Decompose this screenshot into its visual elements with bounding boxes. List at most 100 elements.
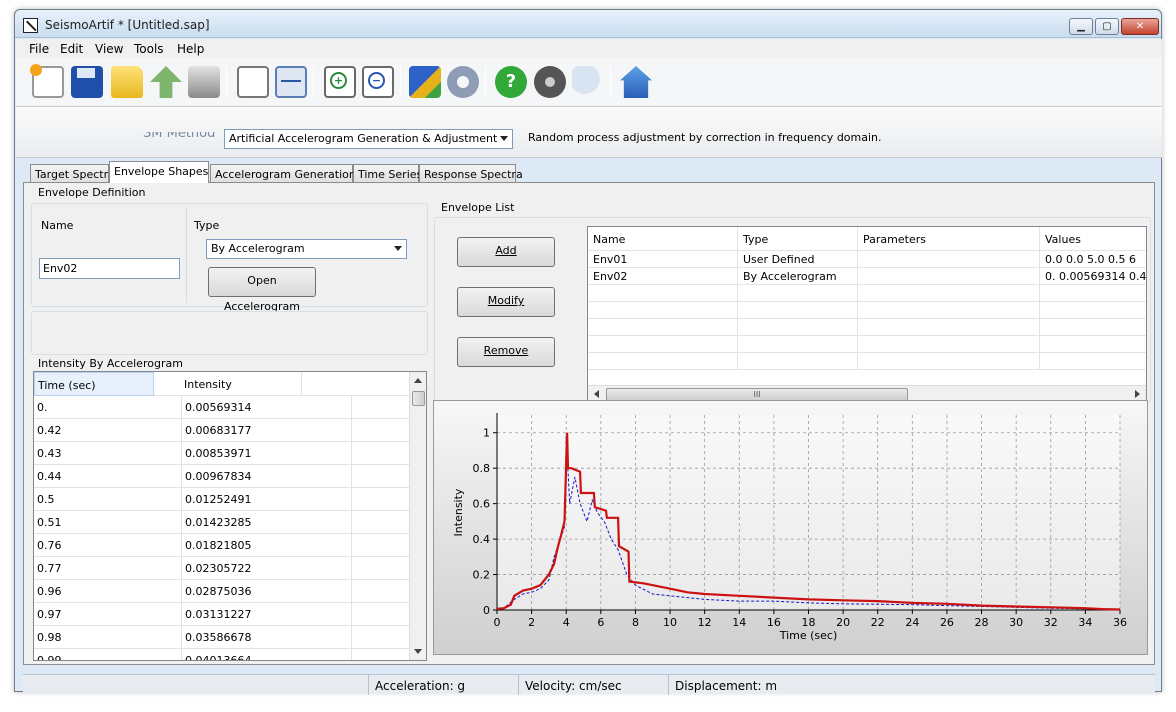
settings-gear-icon[interactable] [447,66,479,98]
column-header-values[interactable]: Values [1040,227,1146,251]
export-icon[interactable] [150,66,182,98]
status-acceleration: Acceleration: g [368,675,518,695]
table-cell-intensity[interactable]: 0.00853971 [182,442,352,465]
vertical-scrollbar[interactable] [409,372,426,660]
tab-response-spectra[interactable]: Response Spectra [419,164,523,183]
add-button[interactable]: Add [457,237,555,267]
table-cell-intensity[interactable]: 0.01423285 [182,511,352,534]
print-icon[interactable] [188,66,220,98]
envelope-cell[interactable]: 0. 0.00569314 0.4 [1040,268,1146,285]
table-cell-empty [352,396,410,419]
column-header-name[interactable]: Name [588,227,738,251]
empty-cell [1040,302,1146,319]
envelope-cell[interactable] [858,251,1040,268]
remove-button[interactable]: Remove [457,337,555,367]
home-icon[interactable] [620,66,652,98]
table-cell-time[interactable]: 0.5 [34,488,182,511]
speech-bubbles-icon[interactable] [572,66,604,98]
scrollbar-thumb[interactable] [412,391,425,406]
y-tick-label: 0.6 [473,498,491,511]
minimize-button[interactable]: ▁ [1069,18,1093,35]
tab-target-spectra[interactable]: Target Spectra [30,164,115,183]
table-cell-time[interactable]: 0.76 [34,534,182,557]
type-select[interactable]: By Accelerogram [206,239,407,259]
empty-cell [738,285,858,302]
empty-cell [588,302,738,319]
scroll-down-icon[interactable] [414,649,422,654]
menu-tools[interactable]: Tools [134,42,164,56]
new-file-icon[interactable] [30,64,64,98]
tab-envelope-shapes[interactable]: Envelope Shapes [109,161,209,183]
table-cell-intensity[interactable]: 0.03131227 [182,603,352,626]
table-cell-time[interactable]: 0. [34,396,182,419]
envelope-cell[interactable]: By Accelerogram [738,268,858,285]
envelope-cell[interactable]: User Defined [738,251,858,268]
scroll-left-icon[interactable] [594,390,599,398]
table-cell-intensity[interactable]: 0.02875036 [182,580,352,603]
scroll-right-icon[interactable] [1135,390,1140,398]
table-cell-time[interactable]: 0.97 [34,603,182,626]
method-select[interactable]: Artificial Accelerogram Generation & Adj… [224,129,513,149]
envelope-cell[interactable]: Env02 [588,268,738,285]
envelope-cell[interactable] [858,268,1040,285]
table-cell-intensity[interactable]: 0.01252491 [182,488,352,511]
tab-time-series[interactable]: Time Series [353,164,422,183]
main-window: SeismoArtif * [Untitled.sap] ▁ ▢ ✕ File … [14,9,1162,695]
table-cell-intensity[interactable]: 0.02305722 [182,557,352,580]
open-folder-icon[interactable] [111,66,143,98]
table-cell-time[interactable]: 0.51 [34,511,182,534]
column-header-type[interactable]: Type [738,227,858,251]
y-tick-label: 0.2 [473,569,491,582]
empty-cell [738,336,858,353]
menu-edit[interactable]: Edit [60,42,83,56]
table-cell-intensity[interactable]: 0.00569314 [182,396,352,419]
close-button[interactable]: ✕ [1121,18,1159,35]
table-cell-intensity[interactable]: 0.00967834 [182,465,352,488]
menu-view[interactable]: View [95,42,123,56]
table-cell-intensity[interactable]: 0.03586678 [182,626,352,649]
film-reel-icon[interactable] [534,66,566,98]
open-accelerogram-button[interactable]: Open Accelerogram [208,267,316,313]
table-cell-time[interactable]: 0.43 [34,442,182,465]
help-icon[interactable]: ? [495,66,527,98]
table-cell-intensity[interactable]: 0.00683177 [182,419,352,442]
waveform-icon[interactable] [275,66,307,98]
maximize-button[interactable]: ▢ [1095,18,1119,35]
column-header-parameters[interactable]: Parameters [858,227,1040,251]
table-cell-intensity[interactable]: 0.01821805 [182,534,352,557]
title-bar[interactable]: SeismoArtif * [Untitled.sap] ▁ ▢ ✕ [15,10,1161,38]
x-tick-label: 10 [663,616,677,629]
copy-report-icon[interactable] [237,66,269,98]
x-tick-label: 30 [1009,616,1023,629]
column-header-time[interactable]: Time (sec) [34,372,154,396]
table-cell-time[interactable]: 0.96 [34,580,182,603]
empty-cell [1040,353,1146,370]
intensity-chart: 0 2 4 6 8 10 12 14 16 18 20 22 24 26 28 30 32 34 36 0 0.2 0.4… [433,400,1148,655]
table-cell-time[interactable]: 0.44 [34,465,182,488]
zoom-in-icon[interactable]: + [324,66,356,98]
table-cell-time[interactable]: 0.99 [34,649,182,660]
y-tick-label: 0.8 [473,462,491,475]
table-cell-empty [352,419,410,442]
menu-help[interactable]: Help [177,42,204,56]
empty-cell [858,302,1040,319]
empty-cell [1040,319,1146,336]
name-field[interactable]: Env02 [39,258,180,279]
scroll-up-icon[interactable] [414,378,422,383]
empty-cell [588,353,738,370]
envelope-cell[interactable]: Env01 [588,251,738,268]
column-header-intensity[interactable]: Intensity [182,372,302,396]
envelope-cell[interactable]: 0.0 0.0 5.0 0.5 6 [1040,251,1146,268]
table-cell-time[interactable]: 0.98 [34,626,182,649]
table-cell-intensity[interactable]: 0.04013664 [182,649,352,660]
modules-icon[interactable] [409,66,441,98]
zoom-out-icon[interactable]: − [362,66,394,98]
name-label: Name [41,219,74,232]
save-icon[interactable] [71,66,103,98]
table-cell-time[interactable]: 0.42 [34,419,182,442]
tab-accelerogram-generation[interactable]: Accelerogram Generation [210,164,356,183]
modify-button[interactable]: Modify [457,287,555,317]
menu-file[interactable]: File [29,42,49,56]
envelope-definition-label: Envelope Definition [36,186,148,199]
table-cell-time[interactable]: 0.77 [34,557,182,580]
